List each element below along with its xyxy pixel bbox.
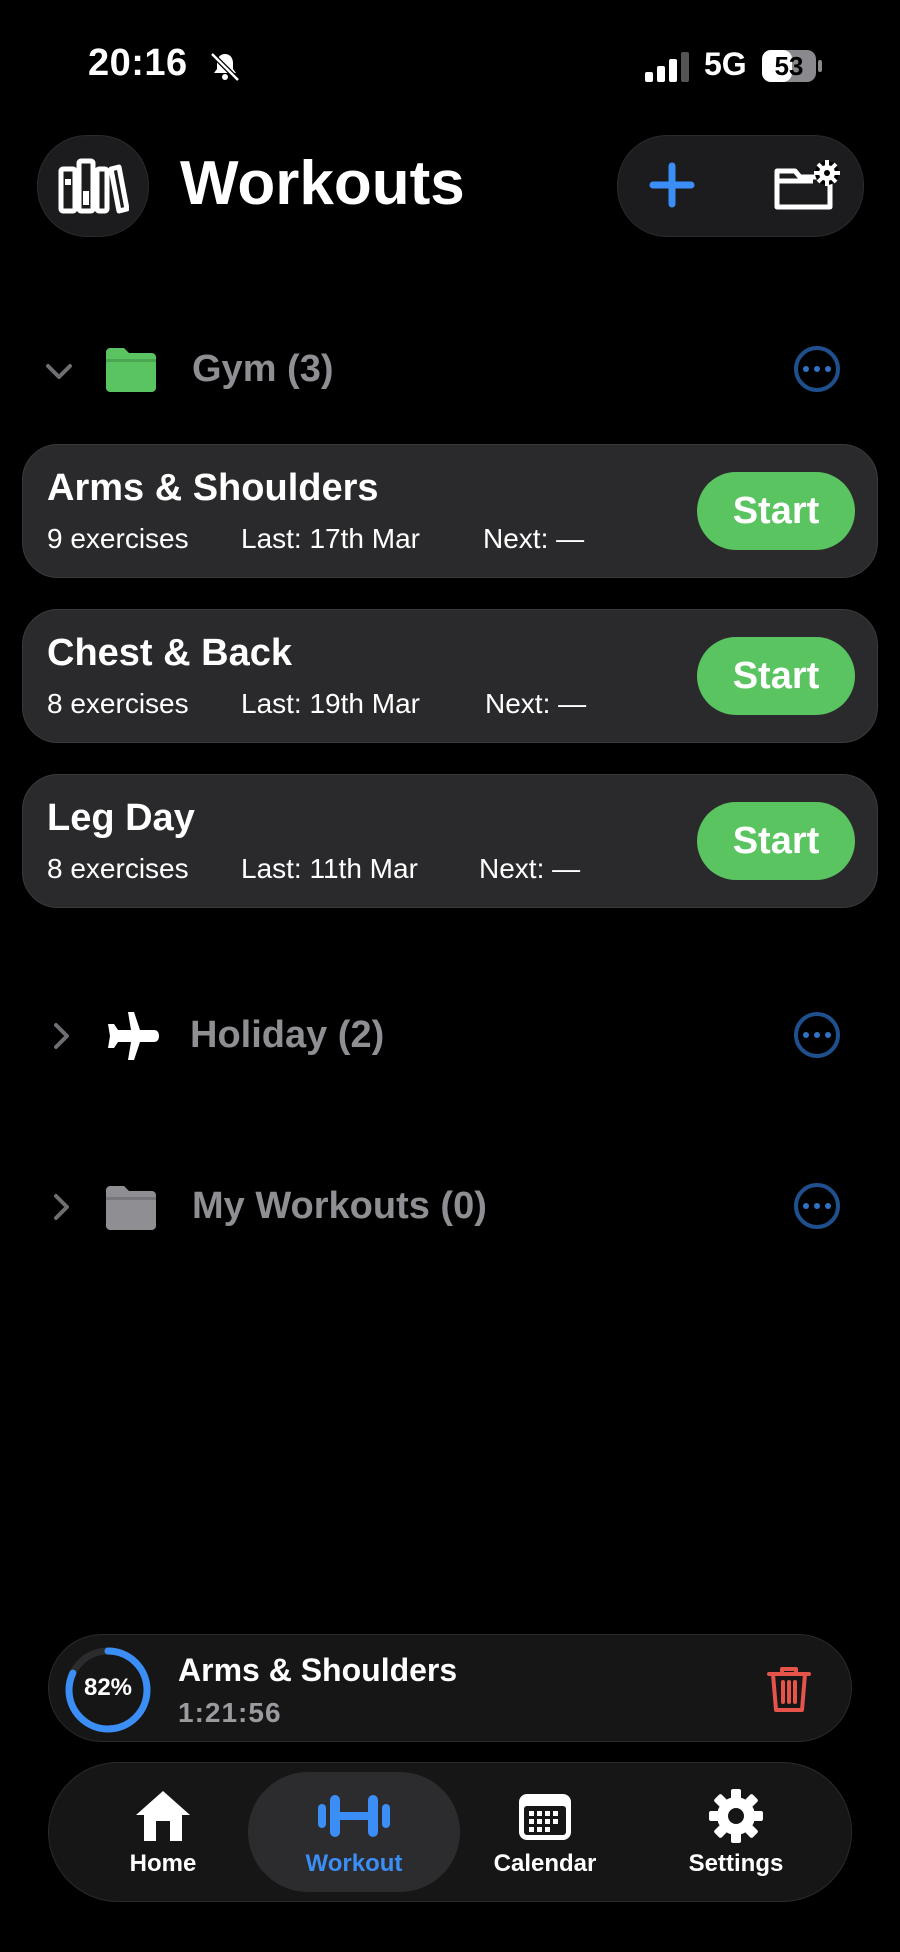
workout-title: Chest & Back (47, 632, 292, 674)
next-date: Next: — (479, 853, 581, 884)
chevron-right-icon[interactable] (46, 1192, 76, 1222)
airplane-icon (108, 1012, 159, 1060)
add-workout-button[interactable] (637, 150, 707, 220)
tab-home[interactable]: Home (68, 1786, 258, 1878)
plus-icon (649, 162, 695, 208)
signal-icon (645, 52, 689, 82)
library-icon (58, 158, 129, 214)
chevron-down-icon[interactable] (44, 356, 74, 386)
exercise-count: 9 exercises (47, 523, 189, 554)
next-date: Next: — (483, 523, 585, 554)
group-label-gym[interactable]: Gym (3) (192, 348, 333, 391)
network-type: 5G (704, 46, 747, 82)
session-title: Arms & Shoulders (178, 1652, 458, 1688)
last-date: Last: 19th Mar (241, 688, 420, 719)
chevron-right-icon[interactable] (46, 1021, 76, 1051)
last-date: Last: 11th Mar (241, 853, 418, 884)
tab-settings[interactable]: Settings (641, 1786, 831, 1878)
start-button[interactable]: Start (697, 472, 855, 550)
workout-card[interactable]: Chest & Back 8 exercises Last: 19th Mar … (22, 609, 878, 743)
gear-icon (709, 1789, 763, 1843)
tab-calendar[interactable]: Calendar (450, 1786, 640, 1878)
exercise-count: 8 exercises (47, 853, 189, 884)
tab-workout-label: Workout (305, 1850, 403, 1877)
start-button[interactable]: Start (697, 637, 855, 715)
status-time: 20:16 (88, 42, 188, 84)
folder-icon (106, 348, 156, 392)
tab-workout[interactable]: Workout (259, 1786, 449, 1878)
battery-level: 53 (774, 51, 804, 81)
folder-gear-icon (774, 160, 840, 210)
folder-settings-button[interactable] (770, 150, 846, 220)
workout-card[interactable]: Leg Day 8 exercises Last: 11th Mar Next:… (22, 774, 878, 908)
exercise-count: 8 exercises (47, 688, 189, 719)
tab-settings-label: Settings (688, 1850, 784, 1877)
tab-calendar-label: Calendar (493, 1850, 597, 1877)
progress-percent: 82% (83, 1674, 133, 1701)
workout-title: Arms & Shoulders (47, 467, 379, 509)
dumbbell-icon (318, 1795, 390, 1837)
gym-more-button[interactable] (794, 346, 840, 392)
page-title: Workouts (180, 149, 465, 218)
library-button[interactable] (37, 135, 149, 237)
group-label-holiday[interactable]: Holiday (2) (190, 1014, 384, 1057)
group-label-my-workouts[interactable]: My Workouts (0) (192, 1185, 487, 1228)
battery-icon: 53 (762, 50, 822, 82)
holiday-more-button[interactable] (794, 1012, 840, 1058)
start-button[interactable]: Start (697, 802, 855, 880)
next-date: Next: — (485, 688, 587, 719)
bell-slash-icon (210, 52, 240, 82)
house-icon (136, 1791, 190, 1841)
trash-icon[interactable] (765, 1664, 813, 1714)
workout-card[interactable]: Arms & Shoulders 9 exercises Last: 17th … (22, 444, 878, 578)
last-date: Last: 17th Mar (241, 523, 420, 554)
session-elapsed: 1:21:56 (178, 1697, 282, 1728)
folder-icon (106, 1186, 156, 1230)
my-workouts-more-button[interactable] (794, 1183, 840, 1229)
tab-home-label: Home (129, 1850, 197, 1877)
workout-title: Leg Day (47, 797, 195, 839)
calendar-icon (519, 1794, 571, 1840)
